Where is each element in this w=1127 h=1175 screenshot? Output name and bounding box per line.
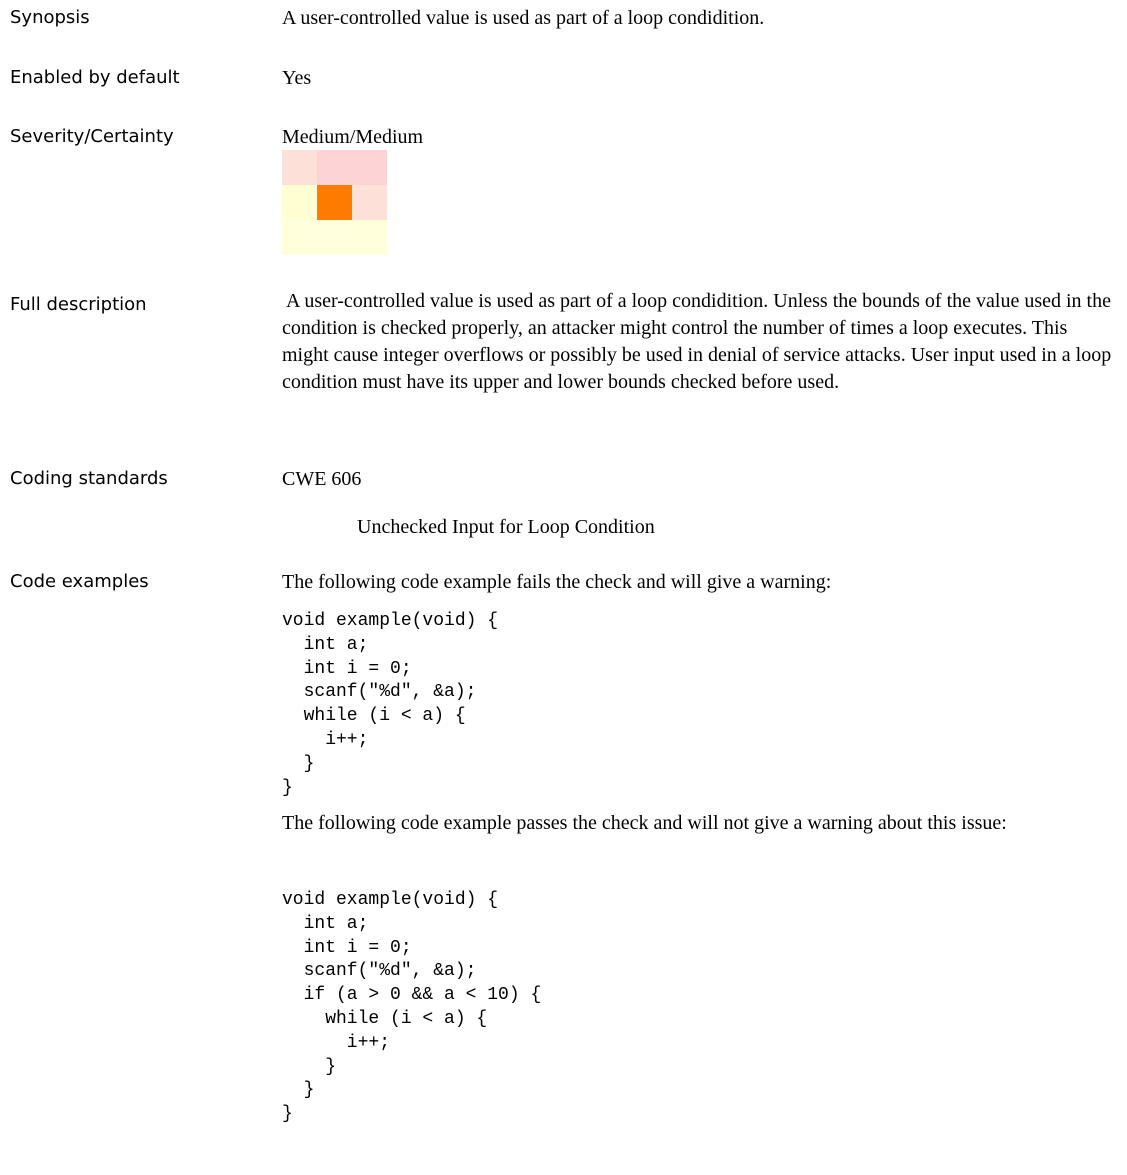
severity-matrix-cell xyxy=(352,185,387,220)
enabled-value: Yes xyxy=(282,67,312,89)
code-examples-label: Code examples xyxy=(10,571,149,592)
severity-matrix-cell xyxy=(352,220,387,255)
severity-label: Severity/Certainty xyxy=(10,126,174,147)
severity-matrix-cell xyxy=(282,185,317,220)
synopsis-label: Synopsis xyxy=(10,7,90,28)
full-description-text: A user-controlled value is used as part … xyxy=(282,290,1112,393)
fail-code-block: void example(void) { int a; int i = 0; s… xyxy=(282,611,499,798)
severity-matrix-cell-highlighted xyxy=(317,185,352,220)
enabled-label: Enabled by default xyxy=(10,67,180,88)
severity-matrix-cell xyxy=(317,150,352,185)
severity-matrix-cell xyxy=(282,220,317,255)
severity-value: Medium/Medium xyxy=(282,126,424,148)
severity-matrix-cell xyxy=(282,150,317,185)
severity-matrix-cell xyxy=(317,220,352,255)
fail-example-intro: The following code example fails the che… xyxy=(282,571,832,593)
coding-standard-title: Unchecked Input for Loop Condition xyxy=(357,516,655,538)
severity-matrix xyxy=(282,150,387,255)
severity-matrix-cell xyxy=(352,150,387,185)
full-description-label: Full description xyxy=(10,294,147,315)
pass-example-intro: The following code example passes the ch… xyxy=(282,812,1007,834)
coding-standards-label: Coding standards xyxy=(10,468,168,489)
synopsis-value: A user-controlled value is used as part … xyxy=(282,7,765,29)
coding-standard-id: CWE 606 xyxy=(282,468,362,490)
pass-code-block: void example(void) { int a; int i = 0; s… xyxy=(282,890,542,1125)
